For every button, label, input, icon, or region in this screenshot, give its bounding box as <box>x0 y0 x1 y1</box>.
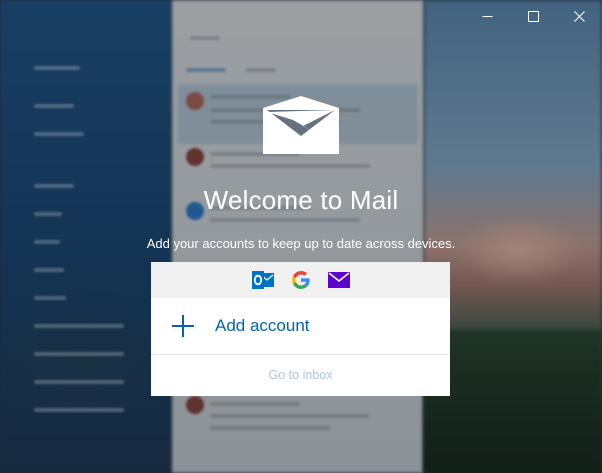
google-icon <box>291 271 310 289</box>
welcome-subtitle: Add your accounts to keep up to date acr… <box>146 236 456 251</box>
maximize-icon <box>527 10 539 22</box>
minimize-button[interactable] <box>464 0 510 32</box>
close-button[interactable] <box>556 0 602 32</box>
minimize-icon <box>482 15 492 17</box>
account-card: Add account Go to inbox <box>151 262 450 396</box>
plus-icon <box>172 315 194 337</box>
outlook-provider <box>251 269 274 291</box>
welcome-title: Welcome to Mail <box>203 185 399 215</box>
outlook-icon <box>251 271 274 289</box>
close-icon <box>573 10 585 22</box>
maximize-button[interactable] <box>510 0 556 32</box>
add-account-label: Add account <box>215 316 310 335</box>
envelope-icon <box>263 96 339 154</box>
google-provider <box>290 269 312 291</box>
yahoo-provider <box>327 269 350 291</box>
window-controls <box>464 0 602 32</box>
provider-strip <box>151 262 450 298</box>
yahoo-mail-icon <box>327 272 350 288</box>
add-account-button[interactable]: Add account <box>151 298 450 355</box>
go-to-inbox-link[interactable]: Go to inbox <box>151 355 450 395</box>
